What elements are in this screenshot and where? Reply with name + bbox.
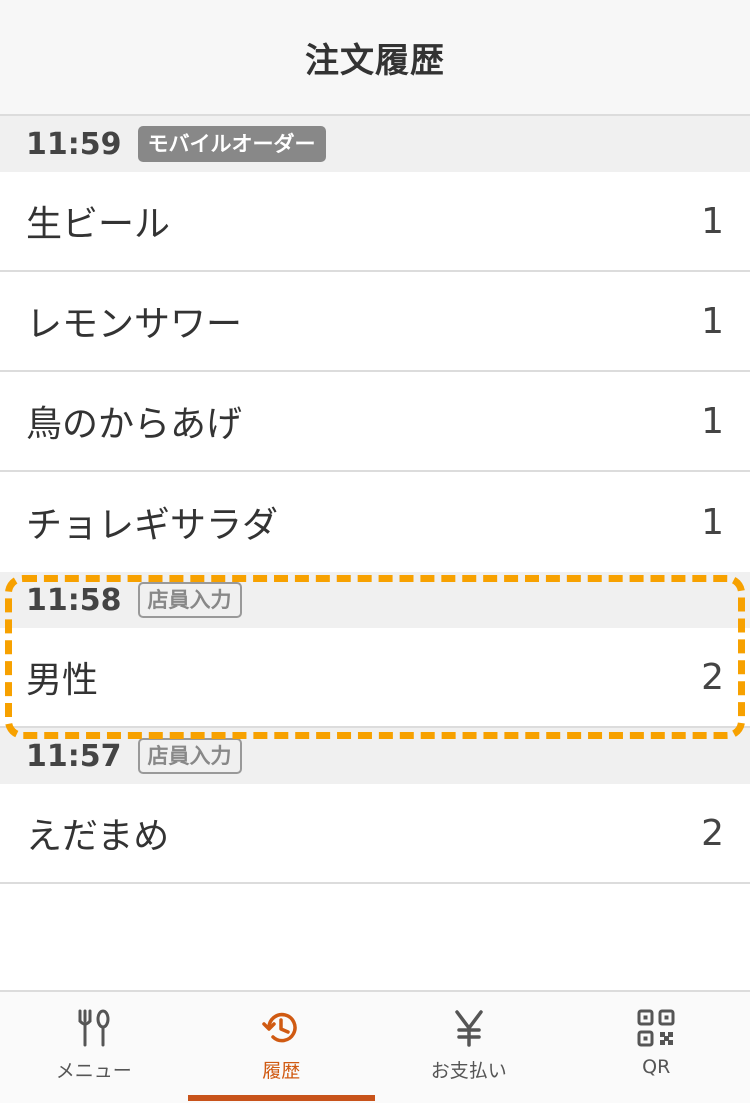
order-item-name: 鳥のからあげ bbox=[26, 395, 242, 447]
order-item-qty: 1 bbox=[701, 401, 724, 442]
bottom-tab-bar: メニュー 履歴 お支払い bbox=[0, 990, 750, 1103]
order-group-header: 11:59 モバイルオーダー bbox=[0, 116, 750, 172]
order-item-name: 生ビール bbox=[26, 195, 170, 247]
order-time: 11:58 bbox=[26, 583, 122, 618]
qr-code-icon bbox=[636, 1008, 676, 1048]
header-bar: 注文履歴 bbox=[0, 0, 750, 116]
tab-label: QR bbox=[642, 1056, 670, 1078]
order-item-row: レモンサワー 1 bbox=[0, 272, 750, 372]
order-item-qty: 1 bbox=[701, 502, 724, 543]
yen-icon bbox=[449, 1008, 489, 1048]
order-item-name: チョレギサラダ bbox=[26, 496, 278, 548]
order-time: 11:57 bbox=[26, 739, 122, 774]
order-history-list: 11:59 モバイルオーダー 生ビール 1 レモンサワー 1 鳥のからあげ 1 … bbox=[0, 116, 750, 884]
tab-history[interactable]: 履歴 bbox=[188, 992, 376, 1101]
order-item-name: えだまめ bbox=[26, 807, 169, 859]
order-group-header: 11:58 店員入力 bbox=[0, 572, 750, 628]
tab-label: メニュー bbox=[56, 1056, 132, 1083]
order-source-badge: 店員入力 bbox=[138, 582, 242, 618]
order-item-qty: 2 bbox=[701, 813, 724, 854]
order-item-row: 鳥のからあげ 1 bbox=[0, 372, 750, 472]
order-group-header: 11:57 店員入力 bbox=[0, 728, 750, 784]
order-item-name: 男性 bbox=[26, 651, 98, 703]
tab-payment[interactable]: お支払い bbox=[375, 992, 563, 1101]
history-icon bbox=[261, 1008, 301, 1048]
order-item-row: 生ビール 1 bbox=[0, 172, 750, 272]
order-item-qty: 1 bbox=[701, 201, 724, 242]
order-item-row: チョレギサラダ 1 bbox=[0, 472, 750, 572]
order-item-qty: 2 bbox=[701, 657, 724, 698]
order-item-row: 男性 2 bbox=[0, 628, 750, 728]
tab-label: 履歴 bbox=[262, 1056, 300, 1083]
order-source-badge: 店員入力 bbox=[138, 738, 242, 774]
order-item-name: レモンサワー bbox=[26, 295, 242, 347]
order-source-badge: モバイルオーダー bbox=[138, 126, 326, 162]
order-time: 11:59 bbox=[26, 127, 122, 162]
page-title: 注文履歴 bbox=[305, 33, 445, 82]
tab-label: お支払い bbox=[431, 1056, 507, 1083]
order-item-row: えだまめ 2 bbox=[0, 784, 750, 884]
tab-qr[interactable]: QR bbox=[563, 992, 750, 1101]
fork-spoon-icon bbox=[74, 1008, 114, 1048]
tab-menu[interactable]: メニュー bbox=[0, 992, 188, 1101]
order-item-qty: 1 bbox=[701, 301, 724, 342]
